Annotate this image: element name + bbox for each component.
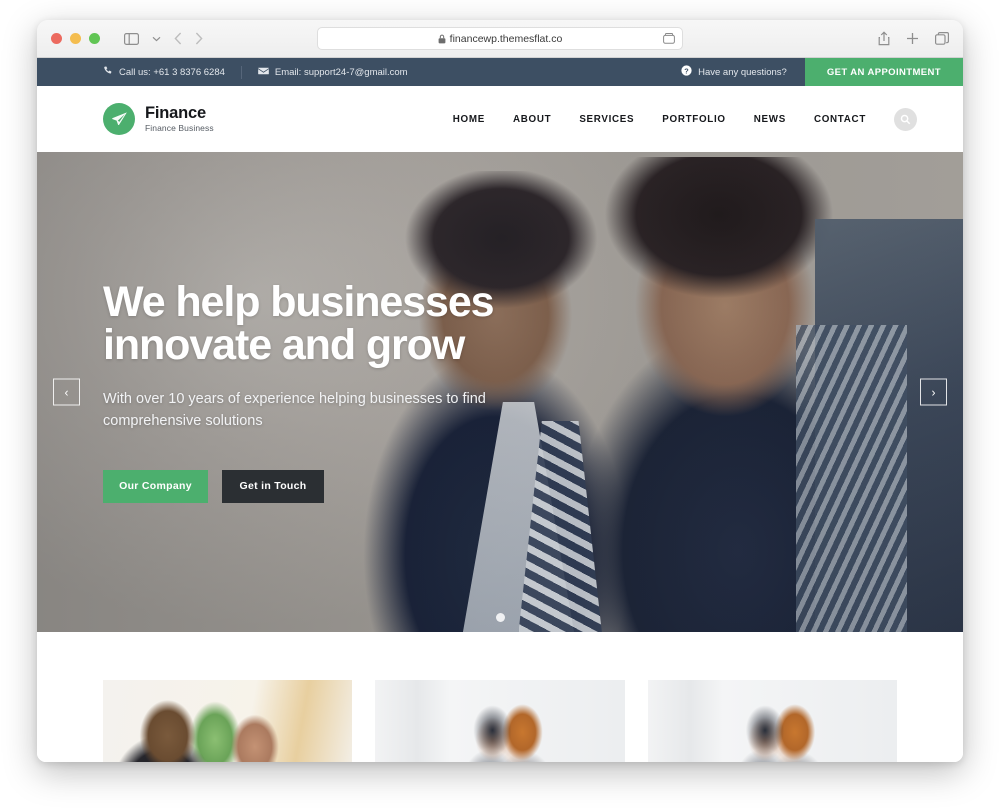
logo-text: Finance Finance Business (145, 103, 214, 134)
phone-icon (103, 66, 113, 79)
question-mark-icon: ? (681, 65, 692, 79)
feature-image-1 (103, 680, 353, 762)
feature-card-3[interactable] (647, 680, 897, 762)
features-card-row (103, 680, 897, 762)
hero-buttons: Our Company Get in Touch (103, 469, 963, 503)
feature-card-1[interactable] (103, 680, 353, 762)
envelope-icon (258, 67, 269, 78)
hero-heading: We help businesses innovate and grow (103, 281, 573, 367)
main-navigation: HOME ABOUT SERVICES PORTFOLIO NEWS CONTA… (439, 107, 917, 131)
brand-tagline: Finance Business (145, 123, 214, 134)
feature-card-2[interactable] (375, 680, 625, 762)
topbar-email-text: Email: support24-7@gmail.com (274, 66, 408, 78)
lock-icon (438, 34, 446, 44)
browser-window: financewp.themesflat.co Call us: +61 3 8… (37, 20, 963, 762)
paper-plane-icon (103, 103, 135, 135)
brand-name: Finance (145, 103, 206, 122)
hero-subtitle-line-1: With over 10 years of experience helping… (103, 391, 486, 408)
slider-prev-arrow-icon[interactable]: ‹ (53, 378, 80, 406)
topbar-phone[interactable]: Call us: +61 3 8376 6284 (103, 66, 225, 79)
sidebar-toggle-icon[interactable] (124, 32, 139, 45)
hero-content: We help businesses innovate and grow Wit… (37, 152, 963, 632)
topbar-contacts: Call us: +61 3 8376 6284 Email: support2… (37, 65, 408, 79)
site-logo[interactable]: Finance Finance Business (103, 103, 214, 135)
hero-subtitle-line-2: comprehensive solutions (103, 412, 263, 429)
feature-image-3 (647, 680, 897, 762)
nav-item-home[interactable]: HOME (439, 114, 499, 125)
nav-item-portfolio[interactable]: PORTFOLIO (648, 114, 739, 125)
search-icon[interactable] (894, 107, 917, 131)
topbar-questions[interactable]: ? Have any questions? (681, 65, 805, 79)
nav-item-contact[interactable]: CONTACT (800, 114, 880, 125)
slider-pagination (37, 613, 963, 622)
topbar-email[interactable]: Email: support24-7@gmail.com (258, 67, 408, 78)
our-company-button[interactable]: Our Company (103, 469, 208, 503)
toolbar-actions (878, 31, 949, 46)
hero-heading-line-1: We help businesses (103, 278, 495, 327)
topbar-questions-text: Have any questions? (698, 66, 787, 78)
share-icon[interactable] (878, 31, 890, 46)
chevron-down-icon[interactable] (152, 36, 161, 42)
hero-subtitle: With over 10 years of experience helping… (103, 389, 523, 431)
nav-item-about[interactable]: ABOUT (499, 114, 565, 125)
slider-next-arrow-icon[interactable]: › (920, 378, 947, 406)
feature-image-2 (375, 680, 625, 762)
get-appointment-button[interactable]: GET AN APPOINTMENT (804, 58, 963, 86)
reader-view-icon[interactable] (663, 33, 675, 44)
topbar-phone-text: Call us: +61 3 8376 6284 (119, 66, 225, 78)
browser-toolbar: financewp.themesflat.co (37, 20, 963, 58)
features-section (37, 632, 963, 762)
topbar-divider (240, 65, 242, 79)
topbar-actions: ? Have any questions? GET AN APPOINTMENT (681, 58, 963, 86)
svg-text:?: ? (684, 66, 689, 75)
window-controls (51, 33, 100, 44)
minimize-window-button[interactable] (70, 33, 81, 44)
site-topbar: Call us: +61 3 8376 6284 Email: support2… (37, 58, 963, 86)
close-window-button[interactable] (51, 33, 62, 44)
nav-item-news[interactable]: NEWS (740, 114, 800, 125)
nav-item-services[interactable]: SERVICES (565, 114, 648, 125)
website-viewport: Call us: +61 3 8376 6284 Email: support2… (37, 58, 963, 762)
forward-arrow-icon[interactable] (195, 32, 203, 45)
get-appointment-label: GET AN APPOINTMENT (826, 66, 941, 78)
address-bar[interactable]: financewp.themesflat.co (317, 27, 683, 50)
maximize-window-button[interactable] (89, 33, 100, 44)
plus-icon[interactable] (906, 32, 919, 45)
back-arrow-icon[interactable] (174, 32, 182, 45)
tab-overview-icon[interactable] (935, 32, 949, 45)
hero-heading-line-2: innovate and grow (103, 321, 465, 370)
address-bar-url: financewp.themesflat.co (449, 32, 563, 45)
slider-dot-active[interactable] (495, 613, 505, 622)
navigation-controls (124, 32, 203, 45)
site-header: Finance Finance Business HOME ABOUT SERV… (37, 86, 963, 152)
hero-slider: We help businesses innovate and grow Wit… (37, 152, 963, 632)
get-in-touch-button[interactable]: Get in Touch (222, 469, 324, 503)
